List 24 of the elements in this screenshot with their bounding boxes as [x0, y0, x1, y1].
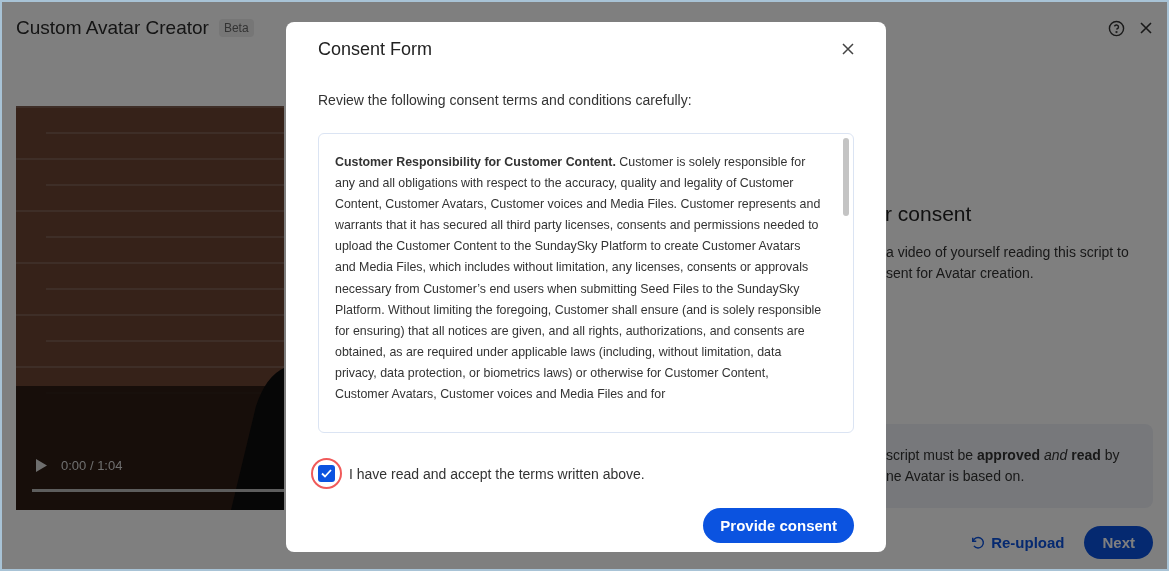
next-button[interactable]: Next [1084, 526, 1153, 559]
close-icon[interactable] [1139, 21, 1153, 35]
terms-text: Customer Responsibility for Customer Content. Customer is solely responsible for any and all obligations with respect to the accuracy, quality and legality of Customer Content, Customer Avatars, Customer voices and Media Files. Customer represents and warrants that it has secured all third party licenses, consents and permissions needed to upload the Customer Content to the SundaySky Platform to create Customer Avatars and Media Files, which includes without limitation, any licenses, consents or approvals necessary from Customer’s end users when submitting Seed Files to the SundaySky Platform. Without limiting the foregoing, Customer shall ensure (and is solely responsible for ensuring) that all notices are given, and all rights, authorizations, and consents are obtained, as are required under applicable laws (including, without limitation, data privacy, data protection, or biometrics laws) or otherwise for Customer Content, Customer Avatars, Customer voices and Media Files and for [335, 154, 823, 404]
scrollbar[interactable] [843, 138, 849, 216]
dialog-title: Consent Form [318, 38, 433, 60]
undo-icon [971, 535, 986, 550]
help-icon[interactable] [1108, 19, 1125, 37]
section-heading: r consent [884, 202, 973, 226]
video-player[interactable]: 0:00 / 1:04 [16, 106, 284, 510]
video-time: 0:00 / 1:04 [61, 458, 123, 473]
notice-text: ne Avatar is based on. [886, 467, 1026, 486]
beta-badge: Beta [218, 19, 254, 37]
instruction-text: sent for Avatar creation. [886, 264, 1035, 283]
dialog-intro: Review the following consent terms and conditions carefully: [318, 92, 693, 108]
instruction-text: a video of yourself reading this script to [886, 243, 1130, 262]
play-icon[interactable] [36, 459, 47, 472]
provide-consent-button[interactable]: Provide consent [703, 508, 854, 543]
close-icon[interactable] [842, 43, 854, 55]
checkmark-icon [321, 469, 332, 478]
checkbox-label: I have read and accept the terms written above. [349, 465, 645, 482]
accept-checkbox[interactable] [318, 465, 335, 482]
reupload-button[interactable]: Re-upload [971, 534, 1065, 551]
notice-text: script must be approved and read by [886, 446, 1121, 465]
app-title: Custom Avatar Creator [16, 17, 209, 39]
